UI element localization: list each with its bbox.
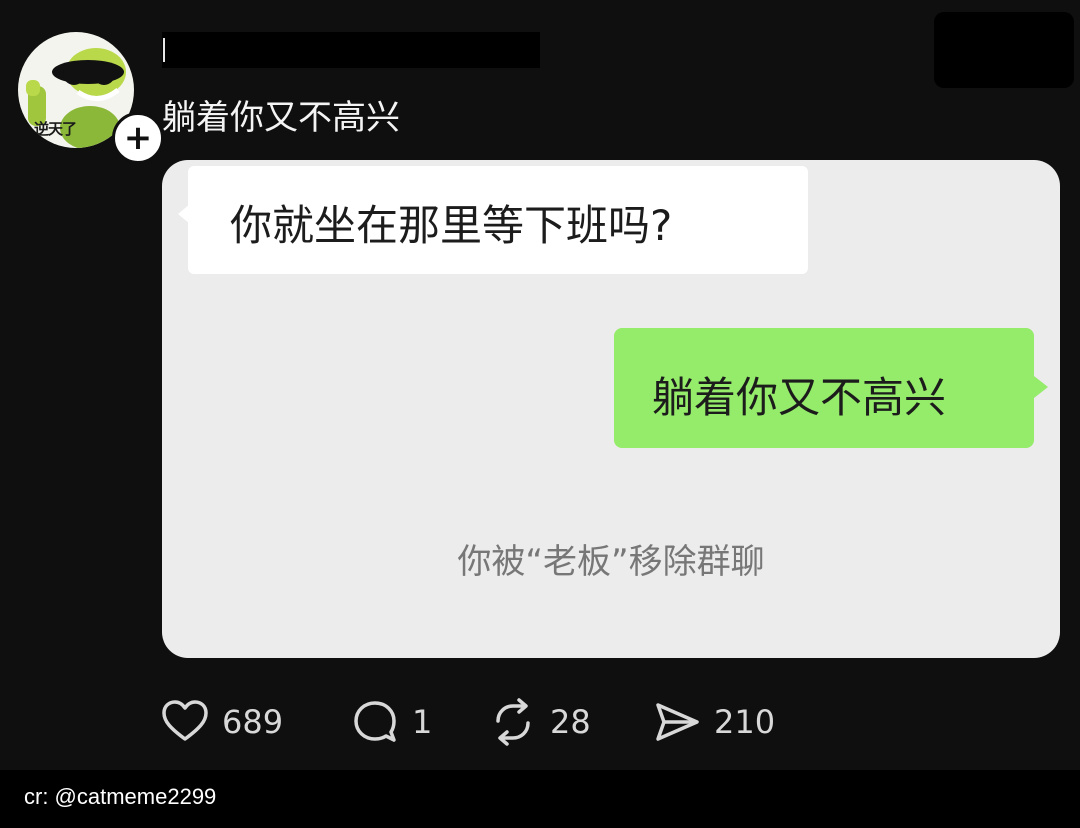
- like-count: 689: [222, 703, 284, 741]
- footer: cr: @catmeme2299: [0, 770, 1080, 828]
- repost-button[interactable]: 28: [488, 696, 591, 748]
- outgoing-message-bubble: 躺着你又不高兴: [614, 328, 1048, 448]
- repost-count: 28: [550, 703, 591, 741]
- username-redacted: [162, 32, 540, 68]
- repost-icon: [496, 698, 530, 746]
- follow-button[interactable]: +: [112, 112, 164, 164]
- post-text: 躺着你又不高兴: [162, 98, 400, 138]
- avatar-caption: 逆天了: [34, 120, 77, 138]
- comment-icon: [354, 701, 396, 742]
- incoming-message-bubble: 你就坐在那里等下班吗?: [178, 166, 808, 274]
- avatar-container[interactable]: 逆天了 +: [18, 32, 164, 164]
- comment-button[interactable]: 1: [350, 696, 432, 748]
- plus-icon: +: [123, 118, 153, 158]
- redacted-box: [934, 12, 1074, 88]
- comment-count: 1: [412, 703, 433, 741]
- system-notice: 你被“老板”移除群聊: [457, 542, 765, 582]
- username-cursor: [163, 38, 165, 62]
- send-icon: [656, 703, 699, 741]
- incoming-message-text: 你就坐在那里等下班吗?: [230, 201, 673, 250]
- like-button[interactable]: 689: [160, 696, 283, 748]
- share-count: 210: [714, 703, 776, 741]
- heart-icon: [162, 700, 208, 741]
- chat-screenshot-card[interactable]: 你就坐在那里等下班吗? 躺着你又不高兴 你被“老板”移除群聊: [162, 160, 1060, 658]
- share-button[interactable]: 210: [652, 696, 775, 748]
- outgoing-message-text: 躺着你又不高兴: [652, 373, 947, 422]
- credit-text: cr: @catmeme2299: [24, 784, 217, 809]
